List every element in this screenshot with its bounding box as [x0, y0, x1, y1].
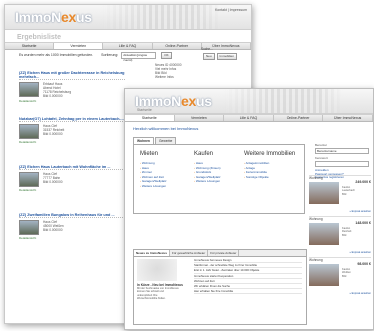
featured-properties: Wohnung 249.000 € Kaufen Lauterbach Bild… [309, 175, 371, 298]
header-building-image [101, 5, 221, 29]
side-info: Neues ID 4000000 Viel mehr Infos Bild Bi… [155, 63, 233, 79]
sort-ok-button[interactable]: OK [161, 51, 172, 59]
listing-title[interactable]: (ZZ) Zweifamilien Bungalow in Reihenhaus… [19, 213, 125, 218]
property-photo[interactable] [309, 182, 339, 204]
listing-line: Bild 0.000000 [43, 94, 63, 98]
listing-item[interactable]: (ZZ) Zweifamilien Bungalow in Reihenhaus… [19, 213, 125, 240]
listing-item[interactable]: Nutzbar(O7) Lohtafel, Zehnhag per in ein… [19, 117, 125, 144]
listing-thumbnail[interactable] [19, 172, 39, 187]
property-price: 148.000 € [355, 221, 371, 225]
password-label: Kennwort [315, 156, 328, 160]
property-detail: Bild [342, 192, 347, 196]
nav-faq[interactable]: Lille & FAQ [224, 115, 274, 121]
listing-item[interactable]: (ZZ) Eichen Haus mit großer Dachterrasse… [19, 71, 125, 103]
nav-startseite[interactable]: Startseite [125, 115, 175, 121]
suche-label: Suche... [201, 47, 213, 51]
nav-vermieten[interactable]: Vermieten [54, 43, 104, 49]
expose-link[interactable]: » Exposé ansehen [350, 251, 372, 254]
home-window: ImmoNexus Startseite Startseite Vermiete… [124, 88, 374, 330]
news-item[interactable]: Hier erhalten Sie Ihre Immobilie [194, 289, 302, 295]
listing-detail-link[interactable]: Detailansicht [19, 188, 125, 192]
listing-line: Bild 0.000000 [43, 132, 63, 136]
listing-detail-link[interactable]: Detailansicht [19, 236, 125, 240]
nav-online-partner[interactable]: Online-Partner [153, 43, 202, 49]
front-header: ImmoNexus Startseite [125, 89, 373, 114]
header-building-image [223, 89, 343, 113]
property-price: 249.000 € [355, 180, 371, 184]
column-weitere: Weitere Immobilien Anlageimmobilien Anla… [244, 151, 295, 179]
page-title: Ergebnisliste [17, 34, 61, 41]
column-heading: Kaufen [194, 151, 214, 157]
column-kaufen: Kaufen Haus Wohnung (Zinsen) Grundstück … [194, 151, 221, 184]
property-card[interactable]: Wohnung 249.000 € Kaufen Lauterbach Bild… [309, 175, 371, 216]
property-detail: Bild [342, 274, 347, 278]
user-label: Benutzer [315, 143, 328, 147]
side-info-line: Weitere Infos [155, 75, 174, 79]
tab-neues[interactable]: Neues zu ImmoNexus [134, 250, 171, 256]
welcome-heading: Herzlich willkommen bei ImmoNexus [133, 126, 199, 131]
property-photo[interactable] [309, 264, 339, 286]
sort-select[interactable]: Aktualität (jüngste zuerst) [121, 51, 157, 62]
column-mieten: Mieten Wohnung Haus Zimmer Wohnen auf Ze… [140, 151, 167, 189]
listing-line: Bild 0.000000 [43, 228, 63, 232]
front-subtitle: Startseite [137, 108, 152, 112]
property-photo[interactable] [309, 223, 339, 245]
username-input[interactable]: Benutzername [315, 148, 369, 154]
nav-faq[interactable]: Lille & FAQ [103, 43, 153, 49]
password-input[interactable] [315, 161, 369, 167]
expose-link[interactable]: » Exposé ansehen [350, 292, 372, 295]
tab-wohnen[interactable]: Wohnen [133, 137, 154, 144]
category-link[interactable]: Sonstige Objekte [244, 175, 295, 180]
news-intro-line: Wunschimmobilie finden. [137, 296, 166, 300]
front-logo[interactable]: ImmoNexus [135, 93, 212, 109]
tab-gewerbliche[interactable]: Für gewerbliche Anbieter [170, 250, 209, 256]
back-logo[interactable]: ImmoNexus [15, 9, 92, 25]
listing-title[interactable]: (ZZ) Eichen Haus mit großer Dachterrasse… [19, 71, 125, 80]
listing-detail-link[interactable]: Detailansicht [19, 99, 125, 103]
expose-link[interactable]: » Exposé ansehen [350, 210, 372, 213]
result-count: Es wurden mehr als 1000 Immobilien gefun… [19, 53, 94, 57]
category-link[interactable]: Weitere Lösungen [140, 184, 167, 189]
listing-item[interactable]: (ZZ) Eichen Haus Lauterbach mit Wohnfläc… [19, 165, 125, 192]
nav-ueber[interactable]: Über ImmoNexus [323, 115, 373, 121]
listing-title[interactable]: Nutzbar(O7) Lohtafel, Zehnhag per in ein… [19, 117, 125, 122]
property-price: 98.000 € [357, 262, 371, 266]
news-list: ImmoNexus hat neues Design Startformat -… [194, 258, 302, 295]
news-panel: Neues zu ImmoNexus Für gewerbliche Anbie… [133, 249, 307, 325]
category-link[interactable]: Weitere Lösungen [194, 179, 221, 184]
tab-private[interactable]: Für private Anbieter [208, 250, 240, 256]
column-heading: Mieten [140, 151, 159, 157]
listing-title[interactable]: (ZZ) Eichen Haus Lauterbach mit Wohnfläc… [19, 165, 125, 170]
property-card[interactable]: Wohnung 148.000 € Kaufen Reichelt Bild »… [309, 216, 371, 257]
property-card[interactable]: Wohnung 98.000 € Kaufen Weißen Bild » Ex… [309, 257, 371, 298]
listing-thumbnail[interactable] [19, 124, 39, 139]
nav-vermieten[interactable]: Vermieten [175, 115, 225, 121]
news-tabs: Neues zu ImmoNexus Für gewerbliche Anbie… [134, 250, 306, 257]
sort-label: Sortierung: [101, 53, 119, 57]
neu-button[interactable]: Neu [203, 53, 215, 60]
tab-gewerbe[interactable]: Gewerbe [154, 137, 177, 144]
column-heading: Weitere Immobilien [244, 151, 296, 157]
back-header: ImmoNexus Kontakt | Impressum [5, 5, 251, 30]
immobilien-button[interactable]: Immobilien [216, 53, 238, 60]
listing-thumbnail[interactable] [19, 220, 39, 235]
listing-thumbnail[interactable] [19, 82, 39, 97]
nav-online-partner[interactable]: Online-Partner [274, 115, 324, 121]
category-panel: Mieten Wohnung Haus Zimmer Wohnen auf Ze… [133, 144, 305, 214]
back-nav: Startseite Vermieten Lille & FAQ Online-… [5, 42, 251, 50]
listing-line: Bild 0.000000 [43, 180, 63, 184]
listing-detail-link[interactable]: Detailansicht [19, 140, 125, 144]
property-detail: Bild [342, 233, 347, 237]
news-intro: In Kürze - Neu bei ImmoNexus Mit der Suc… [137, 259, 187, 300]
nav-startseite[interactable]: Startseite [5, 43, 55, 49]
back-top-links[interactable]: Kontakt | Impressum [215, 8, 247, 12]
front-nav: Startseite Vermieten Lille & FAQ Online-… [125, 114, 373, 122]
